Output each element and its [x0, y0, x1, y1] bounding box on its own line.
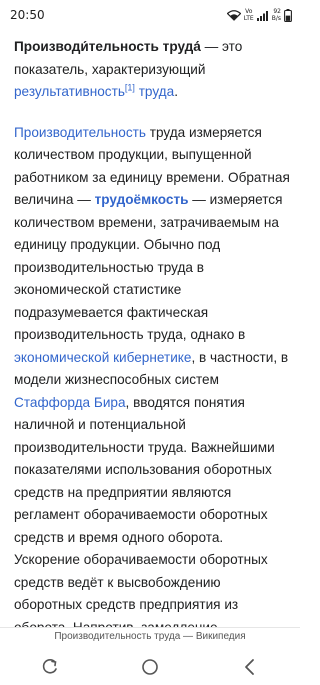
link-proizvoditelnost[interactable]: Производительность	[14, 125, 146, 140]
article-body-paragraph: Производительность труда измеряется коли…	[14, 122, 292, 640]
link-trudoemkost[interactable]: трудоёмкость	[95, 192, 189, 207]
speed-unit: B/s	[271, 15, 281, 22]
network-speed: 92 B/s	[272, 8, 281, 22]
status-time: 20:50	[10, 8, 45, 22]
home-button[interactable]	[141, 658, 159, 681]
article-content: Производи́тельность труда́ — это показат…	[14, 36, 292, 657]
home-icon	[142, 659, 158, 675]
page-footer-title: Производительность труда — Википедия	[54, 631, 246, 642]
article-term: Производи́тельность труда́	[14, 39, 201, 54]
recent-apps-icon	[42, 659, 57, 674]
lte-label: LTE	[243, 15, 254, 22]
body-text-4: , вводятся понятия наличной и потенциаль…	[14, 394, 275, 635]
back-icon	[245, 659, 254, 675]
wifi-icon	[226, 9, 241, 21]
signal-icon	[256, 10, 269, 21]
speed-value: 92	[273, 8, 281, 15]
article-intro-paragraph: Производи́тельность труда́ — это показат…	[14, 36, 292, 104]
status-icons: Vo LTE 92 B/s	[226, 5, 292, 25]
bottom-bar: Производительность труда — Википедия	[0, 627, 300, 685]
system-nav-bar	[0, 658, 300, 681]
battery-icon	[284, 8, 292, 22]
recent-apps-button[interactable]	[41, 658, 59, 681]
back-button[interactable]	[241, 658, 259, 681]
volte-indicator: Vo LTE	[244, 8, 254, 22]
footnote-1-link[interactable]: [1]	[125, 82, 135, 92]
link-rezultativnost[interactable]: результативность	[14, 84, 125, 99]
body-text-2: — измеряется количеством времени, затрач…	[14, 192, 283, 342]
volte-label: Vo	[245, 8, 253, 15]
intro-end: .	[174, 84, 178, 99]
link-stafford-beer[interactable]: Стаффорда Бира	[14, 395, 126, 410]
status-bar: 20:50 Vo LTE 92 B/s	[0, 0, 300, 30]
link-truda[interactable]: труда	[139, 84, 174, 99]
link-ekonomicheskaya-kibernetika[interactable]: экономической кибернетике	[14, 350, 191, 365]
